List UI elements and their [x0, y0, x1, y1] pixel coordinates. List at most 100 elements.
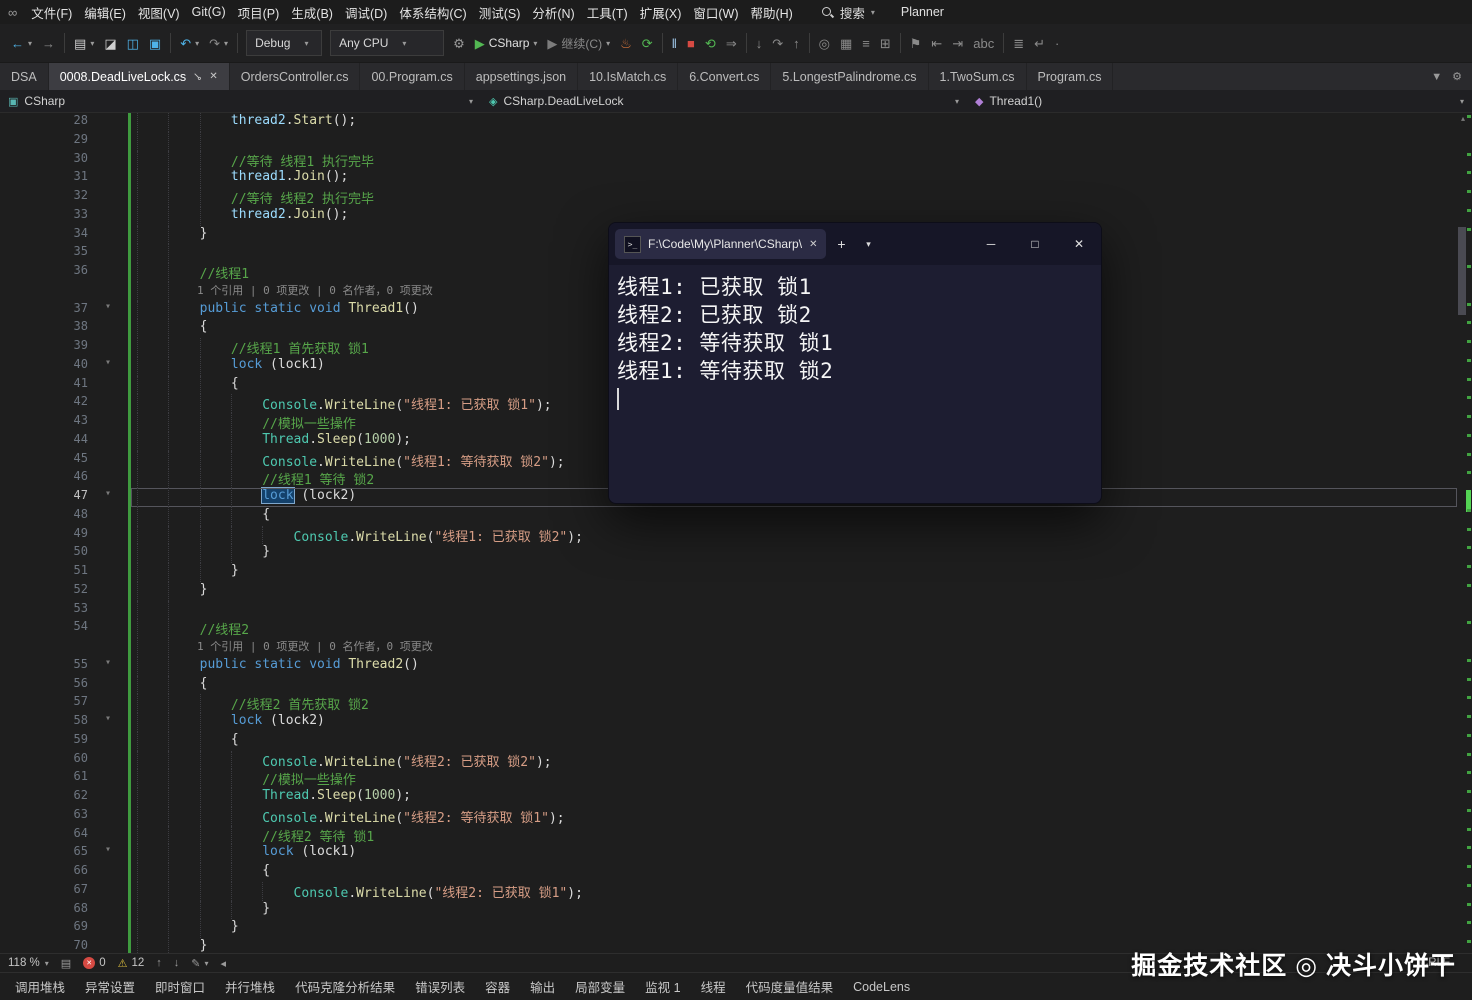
code-line[interactable] [131, 131, 1457, 151]
code-line[interactable]: } [131, 544, 1457, 563]
tab-Program.cs[interactable]: Program.cs [1027, 63, 1114, 90]
prev-bookmark-button[interactable]: ⇤ [926, 33, 947, 54]
code-line[interactable]: lock (lock2) [131, 713, 1457, 732]
code-line[interactable]: Console.WriteLine("线程2: 已获取 锁1"); [131, 881, 1457, 901]
open-file-button[interactable]: ◪ [99, 33, 121, 54]
indent-guides-button[interactable]: ≣ [1008, 33, 1029, 54]
panel-tab[interactable]: 并行堆栈 [216, 973, 284, 1000]
platform-select[interactable]: Any CPU ▾ [330, 30, 445, 56]
panel-tab[interactable]: 代码克隆分析结果 [286, 973, 404, 1000]
code-cleanup-control[interactable]: ✎ ▾ [191, 957, 208, 970]
panel-tab[interactable]: CodeLens [844, 976, 919, 998]
panel-tab[interactable]: 异常设置 [76, 973, 144, 1000]
tab-OrdersController.cs[interactable]: OrdersController.cs [230, 63, 361, 90]
code-line[interactable]: public static void Thread2() [131, 656, 1457, 676]
menu-item[interactable]: 编辑(E) [78, 0, 132, 25]
close-icon[interactable]: ✕ [1057, 237, 1101, 251]
collapse-margin-icon[interactable]: ◂ [221, 957, 227, 970]
tab-DSA[interactable]: DSA [0, 63, 49, 90]
fold-chevron-icon[interactable]: ▾ [88, 357, 128, 376]
panel-tab[interactable]: 输出 [521, 973, 564, 1000]
fold-chevron-icon[interactable]: ▾ [88, 713, 128, 732]
pin-icon[interactable]: ⊸ [190, 69, 206, 84]
warning-indicator[interactable]: ⚠ 12 [118, 957, 145, 970]
scroll-up-icon[interactable]: ▴ [1461, 114, 1465, 123]
menu-item[interactable]: 生成(B) [285, 0, 339, 25]
code-line[interactable]: 1 个引用 | 0 项更改 | 0 名作者，0 项更改 [131, 638, 1457, 657]
code-line[interactable]: //线程2 [131, 619, 1457, 638]
menu-item[interactable]: 工具(T) [581, 0, 634, 25]
continue-button[interactable]: ▶ 继续(C) ▾ [542, 31, 615, 56]
tab-1.TwoSum.cs[interactable]: 1.TwoSum.cs [929, 63, 1027, 90]
code-line[interactable]: } [131, 919, 1457, 938]
tab-dropdown-icon[interactable]: ▾ [856, 239, 880, 250]
panel-tab[interactable]: 即时窗口 [146, 973, 214, 1000]
tab-0008.DeadLiveLock.cs[interactable]: 0008.DeadLiveLock.cs ⊸ ✕ [48, 63, 230, 90]
code-line[interactable]: Thread.Sleep(1000); [131, 788, 1457, 807]
toolbox-button[interactable]: ⊞ [875, 33, 896, 54]
code-line[interactable]: } [131, 938, 1457, 953]
whitespace-button[interactable]: · [1050, 33, 1064, 54]
breadcrumb-seg-1[interactable]: ▣ CSharp ▾ [0, 94, 481, 108]
menu-item[interactable]: 窗口(W) [687, 0, 744, 25]
stop-debug-button[interactable]: ■ [682, 33, 700, 54]
code-line[interactable] [131, 600, 1457, 620]
code-line[interactable]: { [131, 506, 1457, 526]
tab-appsettings.json[interactable]: appsettings.json [465, 63, 579, 90]
code-line[interactable]: Console.WriteLine("线程2: 已获取 锁2"); [131, 750, 1457, 770]
error-indicator[interactable]: ✕ 0 [83, 957, 106, 969]
panel-tab[interactable]: 监视 1 [636, 973, 689, 1000]
menu-item[interactable]: 分析(N) [526, 0, 580, 25]
restart-debug-button[interactable]: ⟲ [700, 33, 721, 54]
maximize-icon[interactable]: □ [1013, 237, 1057, 251]
new-file-button[interactable]: ▤ ▾ [69, 33, 99, 54]
navigate-forward-button[interactable]: → [37, 33, 60, 54]
tab-00.Program.cs[interactable]: 00.Program.cs [360, 63, 465, 90]
show-next-statement-button[interactable]: ⇒ [721, 33, 742, 54]
code-line[interactable]: } [131, 563, 1457, 582]
spell-check-button[interactable]: abc [968, 33, 999, 54]
code-line[interactable]: Console.WriteLine("线程1: 已获取 锁2"); [131, 525, 1457, 545]
code-line[interactable]: thread2.Start(); [131, 113, 1457, 132]
code-line[interactable]: //线程2 首先获取 锁2 [131, 694, 1457, 713]
panel-tab[interactable]: 调用堆栈 [6, 973, 74, 1000]
fold-chevron-icon[interactable]: ▾ [88, 657, 128, 676]
next-bookmark-button[interactable]: ⇥ [947, 33, 968, 54]
new-tab-icon[interactable]: + [826, 236, 856, 252]
code-line[interactable]: //模拟一些操作 [131, 769, 1457, 788]
code-line[interactable]: { [131, 675, 1457, 695]
terminal-tab[interactable]: >_ F:\Code\My\Planner\CSharp\ ✕ [615, 229, 827, 259]
menu-item[interactable]: 项目(P) [232, 0, 286, 25]
menu-item[interactable]: 调试(D) [339, 0, 393, 25]
document-health-icon[interactable]: ▤ [61, 957, 71, 970]
menu-item[interactable]: 视图(V) [132, 0, 186, 25]
tab-10.IsMatch.cs[interactable]: 10.IsMatch.cs [578, 63, 679, 90]
next-issue-icon[interactable]: ↓ [174, 957, 180, 969]
code-line[interactable]: //线程2 等待 锁1 [131, 825, 1457, 845]
breadcrumb-seg-2[interactable]: ◈ CSharp.DeadLiveLock ▾ [481, 94, 967, 108]
restart-app-button[interactable]: ⟳ [637, 33, 658, 54]
navigate-back-button[interactable]: ← ▾ [6, 33, 37, 54]
fold-chevron-icon[interactable]: ▾ [88, 301, 128, 320]
codelens-text[interactable]: 1 个引用 | 0 项更改 | 0 名作者，0 项更改 [137, 282, 433, 298]
code-line[interactable]: //等待 线程1 执行完毕 [131, 150, 1457, 170]
redo-button[interactable]: ↷ ▾ [204, 33, 233, 54]
search-control[interactable]: 搜索 ▾ [821, 3, 875, 22]
zoom-control[interactable]: 118 % ▾ [8, 957, 49, 969]
debug-target-gear[interactable]: ⚙ [448, 33, 470, 54]
terminal-window[interactable]: >_ F:\Code\My\Planner\CSharp\ ✕ + ▾ ─ □ … [608, 222, 1102, 504]
start-debug-button[interactable]: ▶ CSharp ▾ [470, 32, 543, 54]
code-line[interactable]: lock (lock1) [131, 844, 1457, 863]
document-settings-icon[interactable]: ⚙ [1452, 70, 1462, 83]
code-line[interactable]: { [131, 731, 1457, 751]
bookmark-button[interactable]: ⚑ [905, 33, 927, 54]
break-all-button[interactable]: ‖ [667, 33, 682, 54]
breadcrumb-seg-3[interactable]: ◆ Thread1() ▾ [967, 94, 1472, 108]
step-over-button[interactable]: ↷ [767, 33, 788, 54]
code-line[interactable]: { [131, 863, 1457, 882]
step-out-button[interactable]: ↑ [788, 33, 805, 54]
tab-5.LongestPalindrome.cs[interactable]: 5.LongestPalindrome.cs [771, 63, 929, 90]
panel-tab[interactable]: 错误列表 [406, 973, 474, 1000]
menu-item[interactable]: 扩展(X) [634, 0, 688, 25]
tab-close-icon[interactable]: ✕ [809, 239, 817, 250]
